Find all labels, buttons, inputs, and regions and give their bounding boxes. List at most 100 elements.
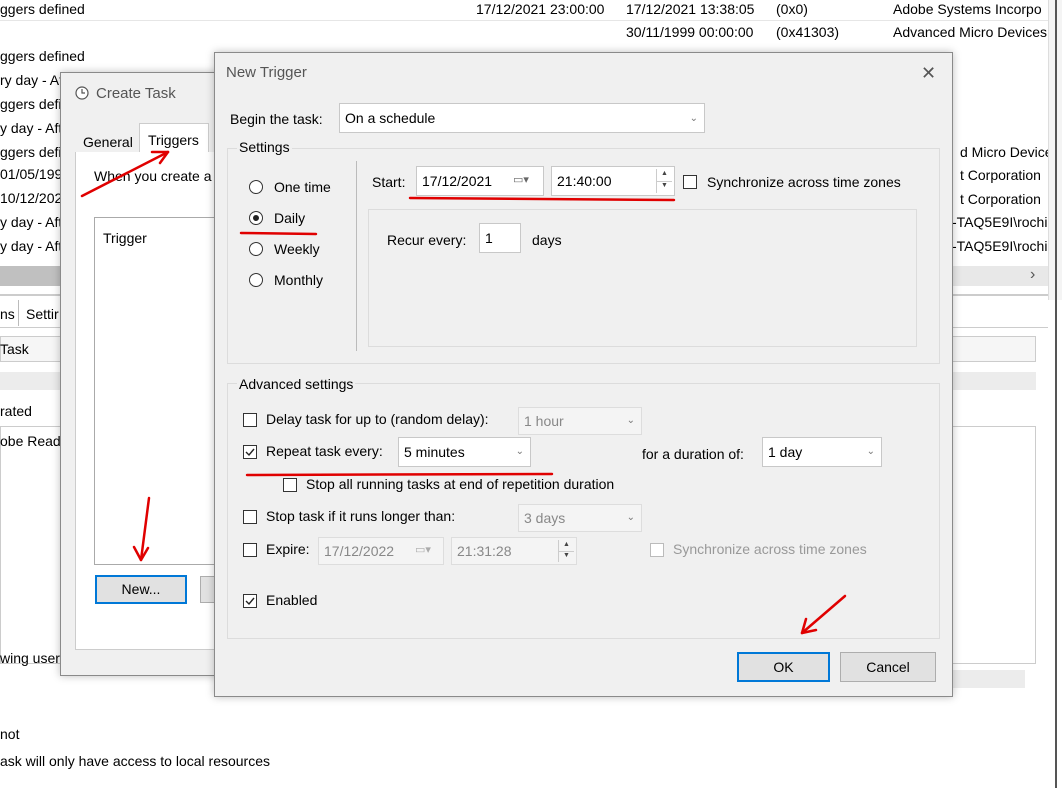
radio-label: Daily: [274, 210, 306, 226]
tab-general[interactable]: General: [83, 134, 133, 150]
chevron-down-icon: ⌄: [866, 446, 875, 457]
expire-date-picker[interactable]: 17/12/2022 ▭▾: [318, 537, 444, 565]
checkbox-box: [243, 413, 257, 427]
new-trigger-dialog: New Trigger ✕ Begin the task: On a sched…: [214, 52, 953, 697]
start-label: Start:: [372, 174, 406, 190]
checkbox-box: [683, 175, 697, 189]
checkbox-box: [283, 478, 297, 492]
ok-button[interactable]: OK: [737, 652, 830, 682]
radio-circle: [249, 273, 263, 287]
close-icon[interactable]: ✕: [921, 63, 936, 84]
radio-label: Weekly: [274, 241, 320, 257]
stop-longer-select[interactable]: 3 days ⌄: [518, 504, 642, 532]
expire-time-field[interactable]: 21:31:28 ▲ ▼: [451, 537, 577, 565]
time-spinner[interactable]: ▲ ▼: [558, 540, 574, 562]
tab-conditions[interactable]: ns: [0, 306, 15, 322]
stop-running-tasks-checkbox[interactable]: Stop all running tasks at end of repetit…: [283, 476, 643, 496]
result-cell: (0x41303): [776, 24, 840, 40]
start-date-picker[interactable]: 17/12/2021 ▭▾: [416, 166, 544, 196]
option-text: ask will only have access to local resou…: [0, 753, 271, 769]
trigger-cell: 10/12/202: [0, 190, 63, 206]
chevron-down-icon: ⌄: [515, 446, 524, 457]
intro-text: When you create a: [94, 168, 212, 184]
spin-down-icon[interactable]: ▼: [559, 551, 574, 562]
radio-circle: [249, 211, 263, 225]
repeat-interval-select[interactable]: 5 minutes ⌄: [398, 437, 531, 467]
last-run-cell: 17/12/2021 13:38:05: [626, 1, 755, 17]
task-name-label: Task: [0, 341, 29, 357]
sync-time-zones-checkbox[interactable]: Synchronize across time zones: [683, 173, 913, 193]
next-run-cell: 17/12/2021 23:00:00: [476, 1, 605, 17]
dialog-title: New Trigger: [226, 64, 307, 81]
new-button-label: New...: [121, 581, 161, 597]
radio-circle: [249, 242, 263, 256]
trigger-cell: y day - Aft: [0, 214, 63, 230]
cancel-button-label: Cancel: [866, 659, 910, 675]
author-cell: -TAQ5E9I\rochi: [952, 238, 1048, 254]
tab-settings[interactable]: Settir: [26, 306, 59, 322]
chevron-down-icon: ⌄: [626, 512, 635, 523]
author-cell: d Micro Devices: [960, 144, 1060, 160]
expire-checkbox[interactable]: Expire:: [243, 541, 323, 561]
author-cell: Adobe Systems Incorpo: [893, 1, 1042, 17]
author-cell: t Corporation: [960, 191, 1041, 207]
last-run-cell: 30/11/1999 00:00:00: [626, 24, 754, 40]
clock-icon: [75, 86, 89, 100]
enabled-checkbox[interactable]: Enabled: [243, 592, 343, 612]
spin-down-icon[interactable]: ▼: [657, 181, 672, 193]
new-trigger-button[interactable]: New...: [95, 575, 187, 604]
result-cell: (0x0): [776, 1, 808, 17]
duration-value: 1 day: [768, 444, 803, 460]
expire-sync-checkbox[interactable]: Synchronize across time zones: [650, 541, 880, 561]
duration-label: for a duration of:: [642, 446, 744, 462]
calendar-icon[interactable]: ▭▾: [513, 173, 529, 186]
delay-task-checkbox[interactable]: Delay task for up to (random delay):: [243, 411, 523, 431]
expire-date-value: 17/12/2022: [324, 543, 395, 559]
tab-divider: [18, 300, 19, 326]
user-field[interactable]: [950, 670, 1025, 688]
recur-every-label: Recur every:: [387, 232, 467, 248]
repeat-task-checkbox[interactable]: Repeat task every:: [243, 443, 403, 463]
begin-task-label: Begin the task:: [230, 111, 323, 127]
recur-every-value: 1: [485, 230, 493, 246]
advanced-settings-label: Advanced settings: [237, 376, 356, 392]
cancel-button[interactable]: Cancel: [840, 652, 936, 682]
trigger-column-header: Trigger: [103, 230, 147, 246]
begin-task-select[interactable]: On a schedule ⌄: [339, 103, 705, 133]
checkbox-box: [243, 445, 257, 459]
table-row[interactable]: 30/11/1999 00:00:00 (0x41303) Advanced M…: [0, 22, 1062, 46]
rated-text: rated: [0, 403, 32, 419]
checkbox-box: [243, 510, 257, 524]
scrollbar-thumb[interactable]: [0, 266, 62, 286]
start-date-value: 17/12/2021: [422, 173, 493, 189]
radio-monthly[interactable]: Monthly: [249, 271, 339, 291]
repeat-interval-value: 5 minutes: [404, 444, 465, 460]
scroll-right-icon[interactable]: ›: [1030, 266, 1035, 284]
author-cell: -TAQ5E9I\rochi: [952, 214, 1048, 230]
radio-label: Monthly: [274, 272, 324, 288]
checkbox-box: [650, 543, 664, 557]
settings-divider: [356, 161, 357, 351]
trigger-cell: ggers defi: [0, 96, 62, 112]
stop-if-longer-checkbox[interactable]: Stop task if it runs longer than:: [243, 508, 493, 528]
start-time-field[interactable]: 21:40:00 ▲ ▼: [551, 166, 675, 196]
duration-select[interactable]: 1 day ⌄: [762, 437, 882, 467]
radio-weekly[interactable]: Weekly: [249, 240, 339, 260]
checkbox-label: Stop task if it runs longer than:: [266, 508, 456, 524]
settings-label: Settings: [237, 139, 292, 155]
row-divider: [0, 20, 1048, 21]
radio-one-time[interactable]: One time: [249, 178, 339, 198]
recurrence-panel: [368, 209, 917, 347]
expire-time-value: 21:31:28: [457, 543, 512, 559]
recur-every-input[interactable]: 1: [479, 223, 521, 253]
time-spinner[interactable]: ▲ ▼: [656, 169, 672, 193]
delay-select[interactable]: 1 hour ⌄: [518, 407, 642, 435]
calendar-icon: ▭▾: [415, 544, 431, 556]
chevron-down-icon: ⌄: [689, 113, 698, 124]
trigger-cell: ggers defined: [0, 1, 85, 17]
trigger-cell: y day - Aft: [0, 120, 63, 136]
radio-daily[interactable]: Daily: [249, 209, 339, 229]
stop-longer-value: 3 days: [524, 510, 566, 526]
window-edge: [1055, 0, 1057, 788]
tab-triggers-label: Triggers: [148, 132, 199, 148]
